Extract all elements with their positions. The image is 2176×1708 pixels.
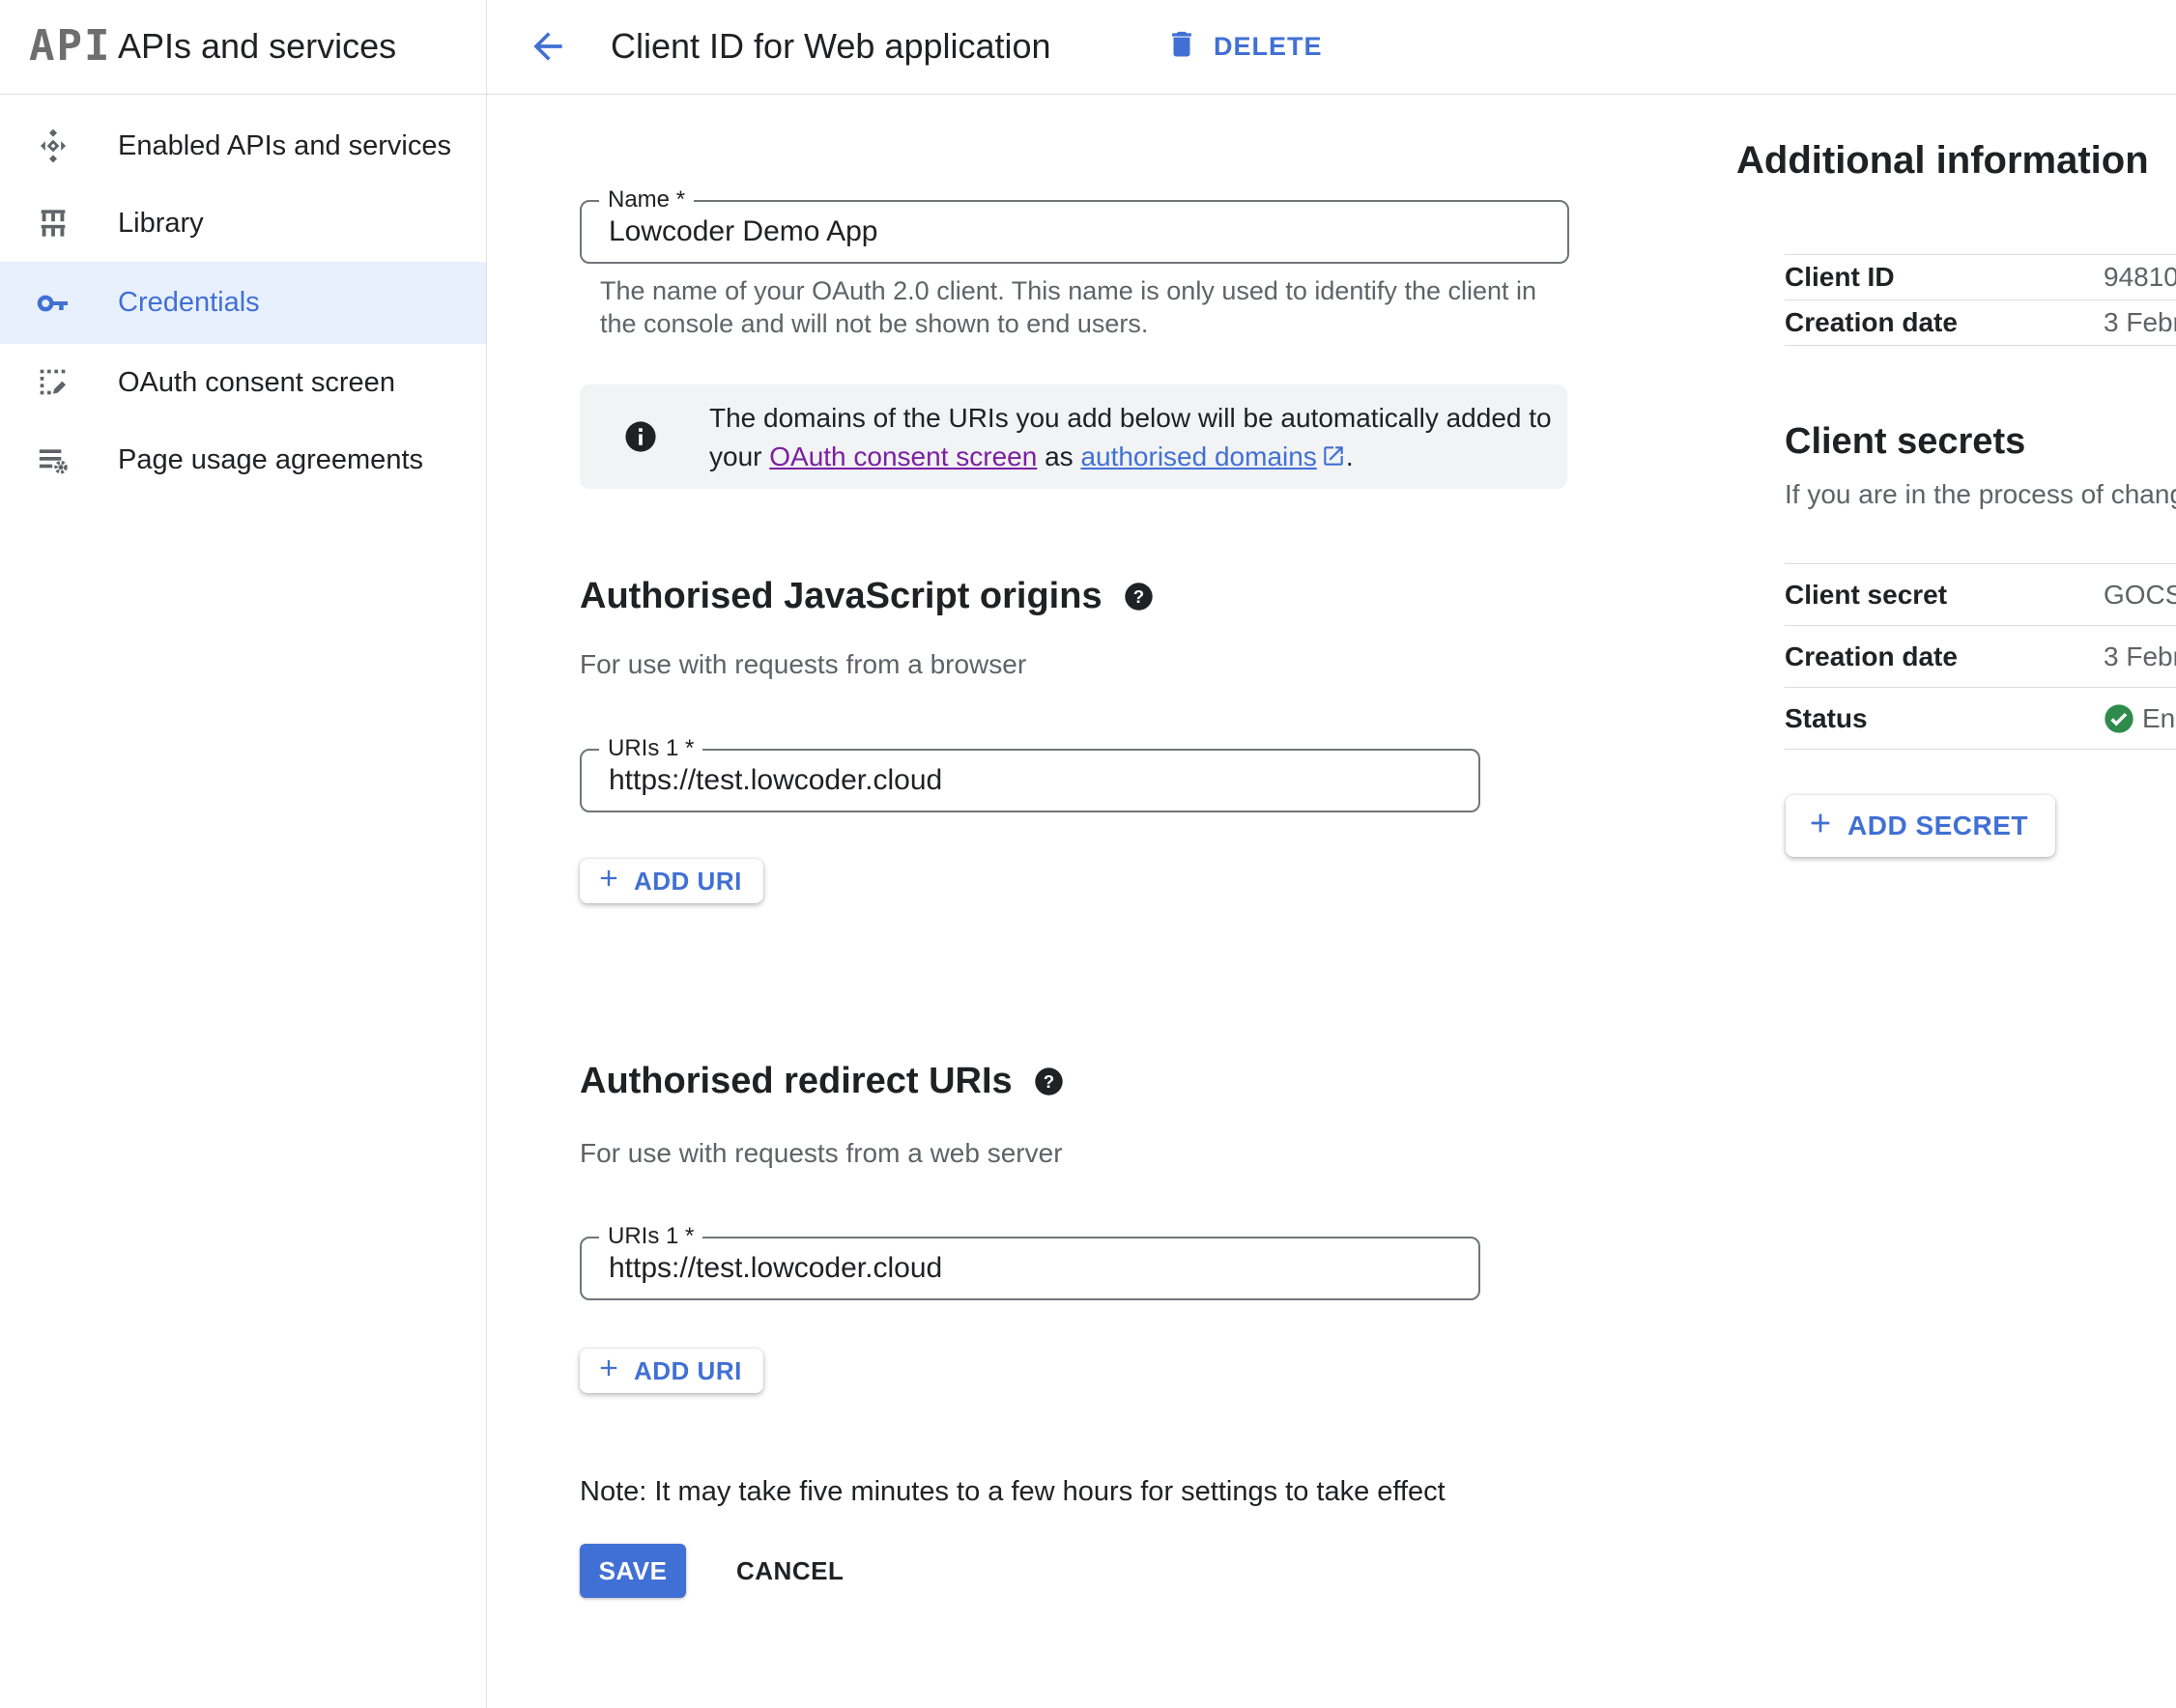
page-title: Client ID for Web application (611, 26, 1051, 67)
row-value: 3 Febru (2104, 641, 2176, 672)
info-icon (624, 420, 657, 453)
help-icon[interactable]: ? (1034, 1067, 1064, 1096)
sidebar-item-enabled-apis[interactable]: Enabled APIs and services (0, 107, 486, 185)
redirect-uris-heading: Authorised redirect URIs ? (580, 1061, 1064, 1102)
sidebar: Enabled APIs and services Library (0, 95, 486, 498)
sidebar-item-oauth-consent[interactable]: OAuth consent screen (0, 344, 486, 421)
name-input[interactable] (582, 202, 1567, 262)
back-button[interactable] (522, 21, 574, 73)
sidebar-item-page-usage[interactable]: Page usage agreements (0, 421, 486, 498)
library-icon (33, 203, 73, 243)
app-header: API APIs and services Client ID for Web … (0, 0, 2176, 95)
js-origin-uri-field: URIs 1 * (580, 749, 1480, 812)
client-secrets-description: If you are in the process of changing c (1785, 479, 2176, 510)
sidebar-item-label: Page usage agreements (118, 444, 423, 476)
sidebar-item-label: OAuth consent screen (118, 367, 395, 399)
add-origin-uri-button[interactable]: ADD URI (580, 859, 763, 903)
oauth-consent-screen-link[interactable]: OAuth consent screen (769, 441, 1037, 471)
cancel-button[interactable]: CANCEL (721, 1544, 859, 1598)
app-title: APIs and services (118, 26, 396, 67)
authorised-domains-link[interactable]: authorised domains (1080, 441, 1345, 471)
redirect-uri-input[interactable] (582, 1238, 1478, 1298)
sidebar-divider (486, 0, 487, 1708)
agreements-icon (33, 440, 73, 480)
svg-text:?: ? (1043, 1071, 1053, 1092)
row-value: GOCSP (2104, 580, 2176, 611)
client-secrets-title: Client secrets (1785, 421, 2025, 463)
status-value: Ena (2104, 703, 2176, 734)
redirect-uri-field: URIs 1 * (580, 1237, 1480, 1300)
table-row: Creation date 3 Febru (1785, 299, 2176, 345)
js-origins-subtitle: For use with requests from a browser (580, 649, 1026, 680)
client-id-edit-page: API APIs and services Client ID for Web … (0, 0, 2176, 1708)
js-origins-heading: Authorised JavaScript origins ? (580, 576, 1154, 617)
client-secrets-table: Client secret GOCSP Creation date 3 Febr… (1785, 563, 2176, 750)
info-banner: The domains of the URIs you add below wi… (580, 384, 1567, 489)
row-value: 3 Febru (2104, 307, 2176, 338)
table-row: Client ID 948100 (1785, 254, 2176, 299)
redirect-uris-subtitle: For use with requests from a web server (580, 1138, 1063, 1169)
row-label: Creation date (1785, 307, 1958, 338)
back-arrow-icon (527, 25, 569, 71)
table-row: Client secret GOCSP (1785, 563, 2176, 625)
help-icon[interactable]: ? (1124, 582, 1154, 612)
external-link-icon (1321, 441, 1346, 479)
svg-text:?: ? (1132, 586, 1143, 607)
row-value: 948100 (2104, 262, 2176, 293)
row-label: Creation date (1785, 641, 1958, 672)
add-secret-button[interactable]: ADD SECRET (1786, 795, 2055, 857)
delete-button[interactable]: DELETE (1160, 17, 1329, 75)
add-redirect-uri-button[interactable]: ADD URI (580, 1349, 763, 1393)
name-helper-text: The name of your OAuth 2.0 client. This … (600, 274, 1566, 340)
enabled-apis-icon (33, 126, 73, 166)
info-banner-text: The domains of the URIs you add below wi… (709, 399, 1584, 479)
additional-info-title: Additional information (1736, 139, 2149, 183)
sidebar-item-label: Credentials (118, 287, 260, 319)
delete-label: DELETE (1214, 32, 1323, 62)
sidebar-item-label: Enabled APIs and services (118, 130, 451, 162)
table-row: Status Ena (1785, 687, 2176, 749)
check-circle-icon (2104, 703, 2134, 734)
table-row: Creation date 3 Febru (1785, 625, 2176, 687)
api-logo: API (29, 21, 111, 71)
row-label: Client secret (1785, 580, 1947, 611)
sidebar-item-credentials[interactable]: Credentials (0, 262, 486, 344)
plus-icon (595, 1354, 622, 1388)
key-icon (33, 283, 73, 324)
sidebar-item-library[interactable]: Library (0, 185, 486, 262)
trash-icon (1165, 24, 1198, 70)
plus-icon (1805, 808, 1836, 845)
settings-note: Note: It may take five minutes to a few … (580, 1476, 1446, 1508)
name-field: Name * (580, 200, 1569, 264)
plus-icon (595, 865, 622, 898)
consent-screen-icon (33, 362, 73, 403)
sidebar-item-label: Library (118, 208, 204, 240)
additional-info-table: Client ID 948100 Creation date 3 Febru (1785, 254, 2176, 346)
js-origin-uri-input[interactable] (582, 751, 1478, 811)
row-label: Client ID (1785, 262, 1895, 293)
save-button[interactable]: SAVE (580, 1544, 686, 1598)
row-label: Status (1785, 703, 1868, 734)
